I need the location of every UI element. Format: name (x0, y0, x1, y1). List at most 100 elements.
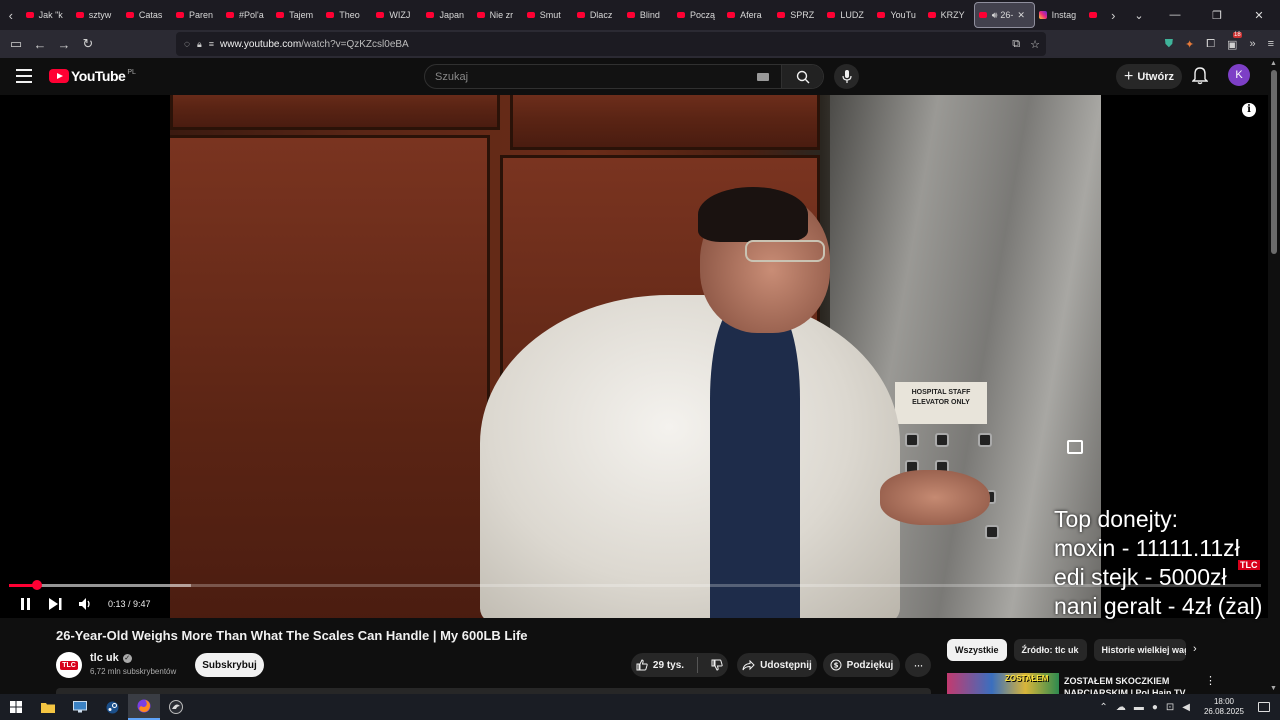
computer-app-button[interactable] (64, 694, 96, 720)
start-button[interactable] (0, 694, 32, 720)
picture-in-picture-icon[interactable]: ⧉ (1012, 38, 1020, 51)
chip-source[interactable]: Źródło: tlc uk (1013, 639, 1087, 661)
youtube-logo[interactable]: YouTube PL (49, 68, 136, 84)
elevator-ceiling-panel (170, 95, 500, 130)
chip-all[interactable]: Wszystkie (947, 639, 1007, 661)
browser-tab[interactable]: Instag (1035, 2, 1085, 28)
notifications-bell-icon[interactable] (1192, 67, 1208, 85)
create-button[interactable]: + Utwórz (1116, 64, 1182, 89)
next-button[interactable] (40, 589, 70, 618)
lock-icon[interactable]: 🔒︎ (197, 39, 202, 50)
recommendation-menu-icon[interactable]: ⋮ (1205, 674, 1216, 687)
tracking-shield-icon[interactable]: ◌ (184, 39, 190, 50)
progress-bar[interactable] (9, 580, 1261, 590)
share-button[interactable]: Udostępnij (737, 653, 817, 677)
wireguard-button[interactable] (160, 694, 192, 720)
user-avatar[interactable]: K (1228, 64, 1250, 86)
search-button[interactable] (781, 65, 823, 88)
extensions-puzzle-icon[interactable]: ⧠ (1206, 38, 1215, 51)
tray-overflow-icon[interactable]: ⌃ (1099, 702, 1107, 713)
ublock-extension-icon[interactable]: ▣ 18 (1227, 31, 1242, 51)
active-browser-tab[interactable]: 🔊︎ 26- ✕ (973, 2, 1035, 28)
scroll-down-icon[interactable]: ▼ (1270, 685, 1277, 692)
reload-icon[interactable]: ↻ (76, 30, 100, 58)
keyboard-icon[interactable] (757, 72, 769, 81)
onedrive-icon[interactable]: ☁ (1116, 702, 1126, 713)
browser-tab[interactable]: KRZY (924, 2, 974, 28)
sidebar-toggle-icon[interactable]: ▭ (4, 30, 28, 58)
bookmark-star-icon[interactable]: ☆ (1030, 38, 1040, 51)
guide-menu-icon[interactable] (16, 69, 32, 83)
microphone-tray-icon[interactable]: ● (1152, 702, 1158, 713)
tab-label: #Pol'a (239, 10, 264, 20)
close-window-button[interactable]: ✕ (1238, 0, 1280, 30)
tabs-scroll-left-icon[interactable]: ‹ (0, 0, 22, 30)
window-controls: ⌄ — ❐ ✕ (1124, 0, 1280, 30)
browser-tab[interactable]: Paren (172, 2, 222, 28)
vpn-extension-icon[interactable]: ⛊ (1165, 38, 1173, 51)
info-icon[interactable]: i (1242, 103, 1256, 117)
fox-extension-icon[interactable]: ✦ (1185, 38, 1194, 51)
browser-tab[interactable]: YouTu (873, 2, 923, 28)
browser-tab[interactable]: Blind (623, 2, 673, 28)
tab-audio-playing-icon[interactable]: 🔊︎ (992, 10, 998, 21)
tab-list-chevron-icon[interactable]: ⌄ (1124, 0, 1154, 30)
more-actions-button[interactable]: ··· (905, 653, 931, 677)
browser-tab[interactable]: Jak "k (22, 2, 72, 28)
chips-next-chevron-icon[interactable]: › (1193, 643, 1197, 655)
voice-search-button[interactable] (834, 64, 859, 89)
channel-avatar[interactable]: TLC (56, 652, 82, 678)
steam-button[interactable] (96, 694, 128, 720)
browser-tab[interactable]: sztyw (72, 2, 122, 28)
close-tab-icon[interactable]: ✕ (1017, 10, 1025, 21)
browser-tab[interactable]: #Pol'a (222, 2, 272, 28)
browser-tab-partial[interactable] (1085, 2, 1103, 28)
recommendation-thumbnail[interactable]: ZOSTAŁEM (947, 673, 1059, 694)
browser-tab[interactable]: LUDZ (823, 2, 873, 28)
browser-tab[interactable]: Afera (723, 2, 773, 28)
usb-drive-icon[interactable]: ▬ (1134, 702, 1144, 713)
scroll-up-icon[interactable]: ▲ (1270, 60, 1277, 67)
search-input[interactable] (425, 70, 745, 83)
overflow-chevrons-icon[interactable]: » (1249, 38, 1255, 50)
notification-center-icon[interactable] (1258, 702, 1270, 712)
firefox-button[interactable] (128, 694, 160, 720)
extension-badge: 18 (1233, 31, 1242, 38)
scroll-thumb[interactable] (1271, 70, 1277, 254)
browser-tab[interactable]: Catas (122, 2, 172, 28)
mute-button[interactable] (70, 589, 100, 618)
browser-tab[interactable]: Tajem (272, 2, 322, 28)
tabs-scroll-right-icon[interactable]: › (1103, 0, 1124, 30)
speaker-tray-icon[interactable]: ◀ (1182, 702, 1190, 713)
pause-button[interactable] (10, 589, 40, 618)
chip-weight-stories[interactable]: Historie wielkiej wag (1093, 639, 1186, 661)
browser-tab[interactable]: Nie zr (473, 2, 523, 28)
browser-tab[interactable]: Japan (422, 2, 472, 28)
clock[interactable]: 18:00 26.08.2025 (1204, 697, 1244, 717)
channel-name-link[interactable]: tlc uk ✓ (90, 652, 132, 664)
browser-tab[interactable]: Smut (523, 2, 573, 28)
subscribe-button[interactable]: Subskrybuj (195, 653, 264, 677)
browser-tab[interactable]: Począ (673, 2, 723, 28)
thumbs-down-icon[interactable] (711, 659, 723, 671)
network-icon[interactable]: ⊡ (1166, 702, 1174, 713)
like-button[interactable]: 29 tys. (636, 659, 684, 671)
recommendation-title[interactable]: ZOSTAŁEM SKOCZKIEM NARCIARSKIM | Pol Hai… (1064, 675, 1204, 694)
file-explorer-button[interactable] (32, 694, 64, 720)
back-icon[interactable]: ← (28, 30, 52, 58)
miniplayer-icon[interactable] (1067, 440, 1083, 454)
forward-icon[interactable]: → (52, 30, 76, 58)
video-player[interactable]: HOSPITAL STAFF ELEVATOR ONLY i Top donej… (0, 95, 1268, 619)
permissions-icon[interactable]: ≡ (209, 39, 214, 49)
video-frame[interactable]: HOSPITAL STAFF ELEVATOR ONLY (170, 95, 1101, 618)
browser-tab[interactable]: WIZJ (372, 2, 422, 28)
browser-tab[interactable]: Theo (322, 2, 372, 28)
app-menu-icon[interactable]: ≡ (1268, 38, 1274, 50)
address-bar[interactable]: ◌ 🔒︎ ≡ www.youtube.com/watch?v=QzKZcsl0e… (176, 32, 1046, 56)
browser-tab[interactable]: SPRZ (773, 2, 823, 28)
browser-tab[interactable]: Dlacz (573, 2, 623, 28)
restore-button[interactable]: ❐ (1196, 0, 1238, 30)
tab-label: Dlacz (589, 10, 613, 20)
thanks-button[interactable]: $ Podziękuj (823, 653, 900, 677)
minimize-button[interactable]: — (1154, 0, 1196, 30)
